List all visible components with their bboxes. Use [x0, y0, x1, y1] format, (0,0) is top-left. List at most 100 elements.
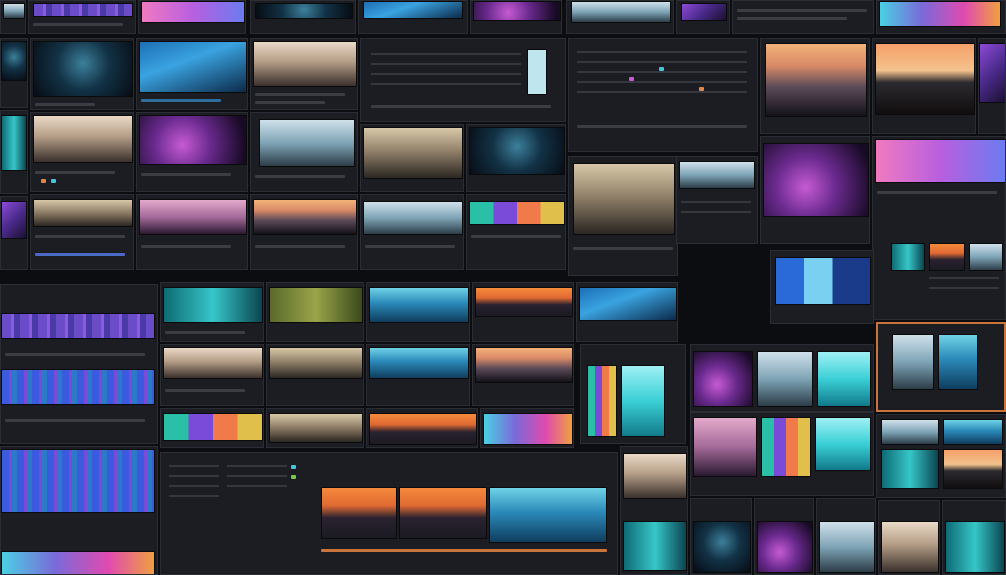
preview-thumbnail[interactable] — [163, 287, 263, 323]
clip-marker[interactable] — [659, 67, 664, 71]
preview-thumbnail[interactable] — [33, 115, 133, 163]
editor-panel-mid-4 — [472, 282, 574, 342]
preview-thumbnail[interactable] — [875, 43, 975, 115]
preview-thumbnail[interactable] — [259, 119, 355, 167]
editor-panel-top-2 — [28, 0, 136, 34]
editor-panel-r2-4 — [360, 124, 464, 192]
preview-thumbnail[interactable] — [163, 413, 263, 441]
preview-thumbnail[interactable] — [573, 163, 675, 235]
clip-marker[interactable] — [291, 465, 296, 469]
preview-thumbnail[interactable] — [3, 3, 25, 19]
preview-thumbnail[interactable] — [929, 243, 965, 271]
preview-thumbnail[interactable] — [875, 139, 1005, 183]
preview-thumbnail[interactable] — [892, 334, 934, 390]
preview-thumbnail[interactable] — [399, 487, 487, 539]
preview-thumbnail[interactable] — [765, 43, 867, 117]
preview-thumbnail[interactable] — [681, 3, 727, 21]
preview-thumbnail[interactable] — [469, 127, 565, 175]
timeline-clip[interactable] — [1, 449, 155, 513]
preview-thumbnail[interactable] — [253, 41, 357, 87]
preview-thumbnail[interactable] — [369, 413, 477, 445]
preview-thumbnail[interactable] — [475, 347, 573, 383]
timeline-clip[interactable] — [33, 3, 133, 17]
preview-thumbnail[interactable] — [945, 521, 1005, 573]
preview-thumbnail[interactable] — [879, 1, 1001, 27]
preview-thumbnail[interactable] — [881, 419, 939, 445]
preview-thumbnail[interactable] — [587, 365, 617, 437]
preview-thumbnail[interactable] — [363, 1, 463, 19]
clip-marker[interactable] — [629, 77, 634, 81]
preview-thumbnail[interactable] — [269, 287, 363, 323]
preview-thumbnail[interactable] — [269, 413, 363, 443]
preview-thumbnail[interactable] — [763, 143, 869, 217]
clip-marker[interactable] — [41, 179, 46, 183]
preview-thumbnail[interactable] — [979, 43, 1005, 103]
preview-thumbnail[interactable] — [815, 417, 871, 471]
preview-thumbnail[interactable] — [33, 41, 133, 97]
preview-thumbnail[interactable] — [163, 347, 263, 379]
preview-thumbnail[interactable] — [623, 521, 687, 571]
editor-panel-r1-7 — [872, 38, 976, 134]
panel-row — [169, 485, 219, 487]
preview-thumbnail[interactable] — [621, 365, 665, 437]
timeline-clip[interactable] — [1, 313, 155, 339]
preview-thumbnail[interactable] — [891, 243, 925, 271]
preview-thumbnail[interactable] — [938, 334, 978, 390]
timeline-clip[interactable] — [1, 369, 155, 405]
preview-thumbnail[interactable] — [943, 419, 1003, 445]
preview-thumbnail[interactable] — [969, 243, 1003, 271]
clip-marker[interactable] — [699, 87, 704, 91]
preview-thumbnail[interactable] — [623, 453, 687, 499]
preview-thumbnail[interactable] — [579, 287, 677, 321]
preview-thumbnail[interactable] — [693, 521, 751, 573]
preview-thumbnail[interactable] — [1, 201, 27, 239]
preview-thumbnail[interactable] — [757, 521, 813, 573]
panel-row — [929, 277, 999, 279]
preview-thumbnail[interactable] — [253, 199, 357, 235]
timeline-panel-left — [0, 284, 158, 444]
preview-thumbnail[interactable] — [775, 257, 871, 305]
editor-panel-r5-4 — [480, 408, 574, 448]
preview-thumbnail[interactable] — [1, 115, 27, 171]
preview-thumbnail[interactable] — [483, 413, 573, 445]
color-swatch[interactable] — [527, 49, 547, 95]
preview-thumbnail[interactable] — [489, 487, 607, 543]
preview-thumbnail[interactable] — [473, 1, 561, 21]
preview-thumbnail[interactable] — [363, 201, 463, 235]
panel-row — [577, 81, 747, 83]
preview-thumbnail[interactable] — [881, 449, 939, 489]
preview-thumbnail[interactable] — [1, 41, 27, 81]
preview-thumbnail[interactable] — [817, 351, 871, 407]
preview-thumbnail[interactable] — [369, 287, 469, 323]
preview-thumbnail[interactable] — [469, 201, 565, 225]
preview-thumbnail[interactable] — [269, 347, 363, 379]
preview-thumbnail[interactable] — [761, 417, 811, 477]
clip-marker[interactable] — [51, 179, 56, 183]
preview-thumbnail[interactable] — [141, 1, 245, 23]
preview-thumbnail[interactable] — [255, 3, 353, 19]
preview-thumbnail[interactable] — [363, 127, 463, 179]
preview-thumbnail[interactable] — [571, 1, 671, 23]
editor-panel-r1-5 — [568, 38, 758, 152]
preview-thumbnail[interactable] — [693, 351, 753, 407]
preview-thumbnail[interactable] — [139, 199, 247, 235]
preview-thumbnail[interactable] — [369, 347, 469, 379]
panel-row — [577, 91, 747, 93]
timeline-clip[interactable] — [1, 551, 155, 574]
editor-panel-r5-5 — [690, 412, 874, 496]
preview-thumbnail[interactable] — [679, 161, 755, 189]
preview-thumbnail[interactable] — [881, 521, 939, 573]
panel-row — [227, 475, 287, 477]
panel-row — [227, 465, 287, 467]
preview-thumbnail[interactable] — [819, 521, 875, 573]
preview-thumbnail[interactable] — [757, 351, 813, 407]
preview-thumbnail[interactable] — [475, 287, 573, 317]
preview-thumbnail[interactable] — [943, 449, 1003, 489]
preview-thumbnail[interactable] — [33, 199, 133, 227]
preview-thumbnail[interactable] — [693, 417, 757, 477]
preview-thumbnail[interactable] — [139, 41, 247, 93]
timeline-track — [141, 173, 231, 176]
preview-thumbnail[interactable] — [139, 115, 247, 165]
preview-thumbnail[interactable] — [321, 487, 397, 539]
clip-marker[interactable] — [291, 475, 296, 479]
